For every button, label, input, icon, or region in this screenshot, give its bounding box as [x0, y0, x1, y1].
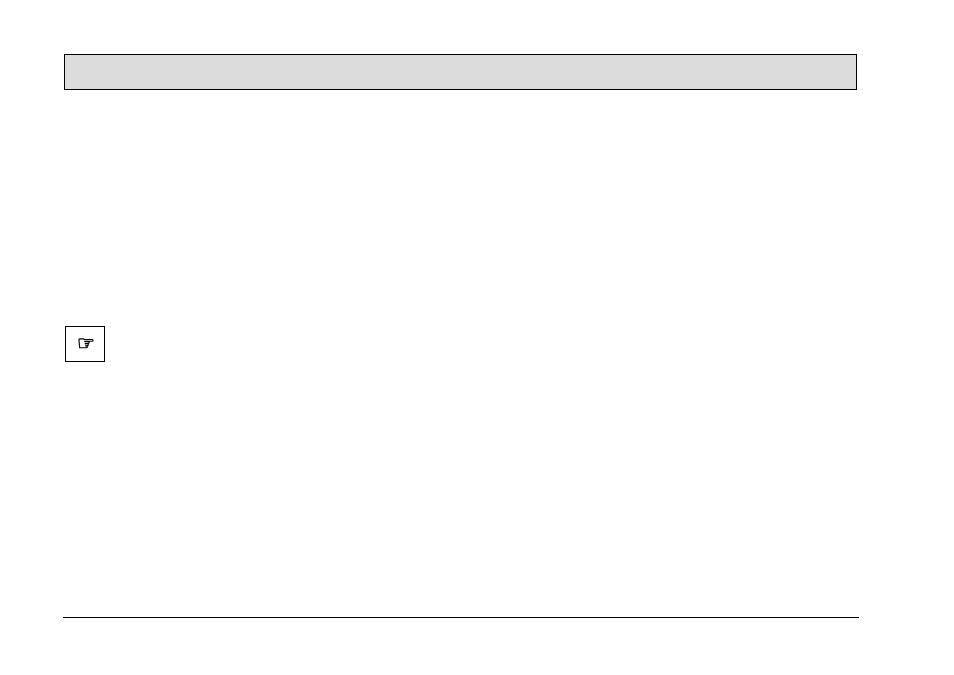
pointing-hand-icon: ☞ — [77, 334, 93, 354]
note-callout-box: ☞ — [65, 326, 105, 362]
header-banner — [64, 54, 857, 90]
footer-separator — [63, 617, 859, 618]
